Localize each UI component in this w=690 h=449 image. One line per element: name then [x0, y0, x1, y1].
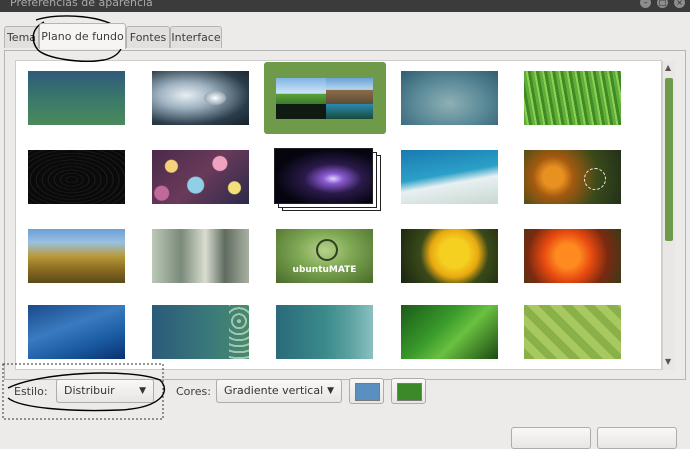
tab-plano-de-fundo[interactable]: Plano de fundo [39, 23, 126, 49]
wallpaper-thumb[interactable] [276, 78, 373, 119]
wallpaper-thumb[interactable] [401, 229, 498, 283]
wallpaper-thumb[interactable] [28, 150, 125, 204]
ubuntu-mate-logo-text: ubuntuMATE [292, 265, 357, 275]
chevron-down-icon: ▼ [139, 386, 146, 396]
wallpaper-thumb[interactable] [152, 229, 249, 283]
primary-color-swatch [355, 383, 380, 401]
primary-color-button[interactable] [349, 378, 384, 404]
wallpaper-thumb[interactable] [524, 305, 621, 359]
wallpaper-thumb[interactable] [524, 71, 621, 125]
scroll-down-arrow-icon[interactable]: ▼ [665, 357, 671, 366]
close-button[interactable]: × [674, 0, 685, 8]
style-label: Estilo: [14, 385, 48, 398]
wallpaper-thumb[interactable] [152, 305, 249, 359]
window-title: Preferências de aparência [10, 0, 153, 9]
wallpaper-thumb[interactable] [401, 71, 498, 125]
wallpaper-thumb[interactable] [28, 305, 125, 359]
maximize-button[interactable]: □ [657, 0, 668, 8]
gradient-dropdown[interactable]: Gradiente vertical ▼ [216, 379, 342, 403]
wallpaper-thumb[interactable] [152, 150, 249, 204]
wallpaper-thumb[interactable]: ubuntuMATE [276, 229, 373, 283]
minimize-button[interactable]: – [640, 0, 651, 8]
scroll-up-arrow-icon[interactable]: ▲ [665, 63, 671, 72]
wallpaper-thumb[interactable] [276, 305, 373, 359]
scrollbar-thumb[interactable] [665, 78, 673, 241]
tab-interface[interactable]: Interface [170, 26, 222, 48]
help-button[interactable] [511, 427, 591, 449]
wallpaper-thumb[interactable] [401, 150, 498, 204]
wallpaper-thumb[interactable] [28, 229, 125, 283]
gallery-scrollbar[interactable]: ▲ ▼ [662, 61, 675, 370]
colors-label: Cores: [176, 385, 211, 398]
wallpaper-thumb[interactable] [524, 229, 621, 283]
tab-fontes[interactable]: Fontes [126, 26, 170, 48]
wallpaper-thumb[interactable] [401, 305, 498, 359]
wallpaper-thumb[interactable] [28, 71, 125, 125]
style-dropdown-value: Distribuir [64, 384, 115, 397]
wallpaper-thumb[interactable] [152, 71, 249, 125]
gradient-dropdown-value: Gradiente vertical [224, 384, 324, 397]
tab-tema[interactable]: Tema [4, 26, 39, 48]
secondary-color-swatch [397, 383, 422, 401]
chevron-down-icon: ▼ [327, 386, 334, 396]
secondary-color-button[interactable] [391, 378, 426, 404]
close-dialog-button[interactable] [597, 427, 677, 449]
window-titlebar: Preferências de aparência – □ × [0, 0, 690, 12]
wallpaper-thumb[interactable] [524, 150, 621, 204]
style-dropdown[interactable]: Distribuir ▼ [56, 379, 154, 403]
wallpaper-thumb[interactable] [274, 148, 373, 204]
